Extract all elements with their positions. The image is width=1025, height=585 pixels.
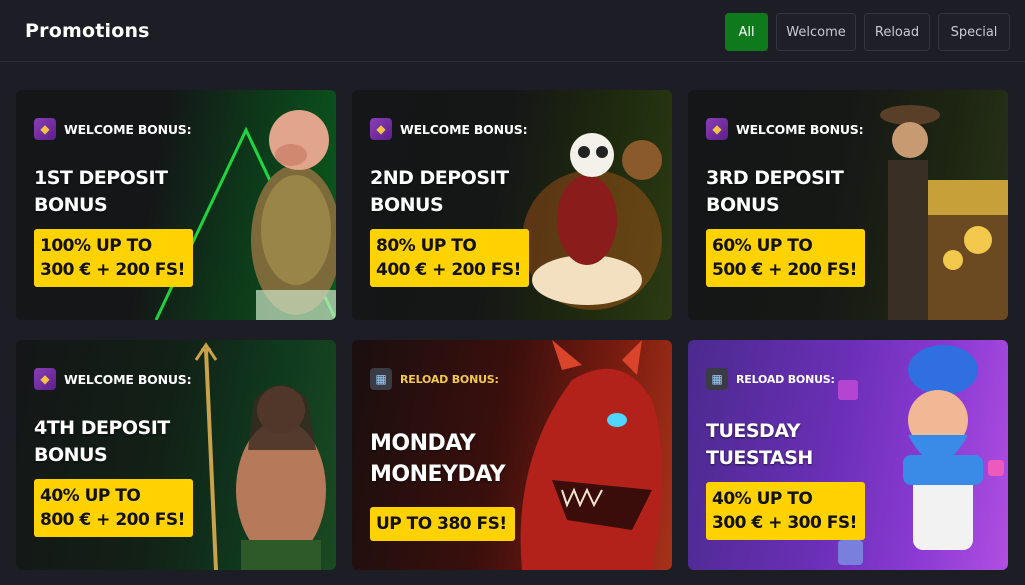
bonus-type-label: WELCOME BONUS:: [400, 121, 528, 137]
filter-reload-button[interactable]: Reload: [864, 13, 930, 51]
promo-title-line-1: 3RD DEPOSIT: [706, 167, 844, 189]
promotion-filters: All Welcome Reload Special: [725, 13, 1010, 51]
gift-icon: ▦: [706, 368, 728, 390]
promo-title-line-1: 4TH DEPOSIT: [34, 417, 170, 439]
bonus-type-label: WELCOME BONUS:: [64, 121, 192, 137]
promo-card-2nd-deposit[interactable]: ◆ WELCOME BONUS: 2ND DEPOSIT BONUS 80% U…: [352, 90, 672, 320]
offer-line-1: 100% UP TO: [40, 236, 152, 256]
promo-card-1st-deposit[interactable]: ◆ WELCOME BONUS: 1ST DEPOSIT BONUS 100% …: [16, 90, 336, 320]
bonus-tag: ▦ RELOAD BONUS:: [706, 368, 835, 390]
promo-title-line-2: TUESTASH: [706, 447, 813, 469]
bonus-type-label: RELOAD BONUS:: [736, 372, 835, 386]
offer-line-1: 40% UP TO: [712, 489, 813, 509]
gem-icon: ◆: [706, 118, 728, 140]
filter-welcome-button[interactable]: Welcome: [776, 13, 856, 51]
promo-title-line-2: BONUS: [34, 444, 108, 466]
offer-line-2: 300 € + 200 FS!: [40, 260, 185, 280]
offer-line-2: 800 € + 200 FS!: [40, 510, 185, 530]
promo-card-content: ◆ WELCOME BONUS: 4TH DEPOSIT BONUS 40% U…: [34, 340, 214, 570]
bonus-tag: ◆ WELCOME BONUS:: [706, 118, 864, 140]
bonus-tag: ◆ WELCOME BONUS:: [370, 118, 528, 140]
promo-title-line-1: MONDAY: [370, 431, 476, 456]
promo-title-line-2: MONEYDAY: [370, 462, 506, 487]
promo-card-content: ◆ WELCOME BONUS: 1ST DEPOSIT BONUS 100% …: [34, 90, 214, 320]
promo-title-line-2: BONUS: [370, 194, 444, 216]
promo-title: 1ST DEPOSIT BONUS: [34, 165, 168, 219]
promo-title-line-1: TUESDAY: [706, 420, 800, 442]
offer-line-2: 300 € + 300 FS!: [712, 513, 857, 533]
promo-card-monday-moneyday[interactable]: ▦ RELOAD BONUS: MONDAY MONEYDAY UP TO 38…: [352, 340, 672, 570]
promo-card-3rd-deposit[interactable]: ◆ WELCOME BONUS: 3RD DEPOSIT BONUS 60% U…: [688, 90, 1008, 320]
offer-badge: 60% UP TO 500 € + 200 FS!: [706, 229, 865, 287]
page-title: Promotions: [25, 20, 150, 42]
bonus-tag: ◆ WELCOME BONUS:: [34, 368, 192, 390]
gem-icon: ◆: [34, 368, 56, 390]
offer-line-1: 40% UP TO: [40, 486, 141, 506]
promo-title-line-2: BONUS: [706, 194, 780, 216]
offer-badge: 80% UP TO 400 € + 200 FS!: [370, 229, 529, 287]
promo-card-tuesday-tuestash[interactable]: ▦ RELOAD BONUS: TUESDAY TUESTASH 40% UP …: [688, 340, 1008, 570]
gift-icon: ▦: [370, 368, 392, 390]
offer-badge: 100% UP TO 300 € + 200 FS!: [34, 229, 193, 287]
filter-special-button[interactable]: Special: [938, 13, 1010, 51]
promo-title-line-1: 2ND DEPOSIT: [370, 167, 509, 189]
offer-line-1: UP TO 380 FS!: [376, 514, 507, 534]
offer-badge: 40% UP TO 800 € + 200 FS!: [34, 479, 193, 537]
promotions-grid: ◆ WELCOME BONUS: 1ST DEPOSIT BONUS 100% …: [16, 90, 1008, 570]
promo-title-line-2: BONUS: [34, 194, 108, 216]
promo-title: MONDAY MONEYDAY: [370, 428, 506, 490]
offer-line-2: 500 € + 200 FS!: [712, 260, 857, 280]
offer-badge: UP TO 380 FS!: [370, 507, 515, 541]
bonus-tag: ◆ WELCOME BONUS:: [34, 118, 192, 140]
promo-title: TUESDAY TUESTASH: [706, 418, 813, 472]
offer-line-1: 60% UP TO: [712, 236, 813, 256]
promotions-header: Promotions All Welcome Reload Special: [0, 0, 1025, 62]
promo-title: 4TH DEPOSIT BONUS: [34, 415, 170, 469]
bonus-tag: ▦ RELOAD BONUS:: [370, 368, 499, 390]
promo-card-content: ▦ RELOAD BONUS: TUESDAY TUESTASH 40% UP …: [706, 340, 886, 570]
filter-all-button[interactable]: All: [725, 13, 768, 51]
offer-badge: 40% UP TO 300 € + 300 FS!: [706, 482, 865, 540]
offer-line-1: 80% UP TO: [376, 236, 477, 256]
bonus-type-label: WELCOME BONUS:: [736, 121, 864, 137]
promo-card-content: ▦ RELOAD BONUS: MONDAY MONEYDAY UP TO 38…: [370, 340, 550, 570]
promo-title-line-1: 1ST DEPOSIT: [34, 167, 168, 189]
bonus-type-label: RELOAD BONUS:: [400, 372, 499, 386]
promo-card-content: ◆ WELCOME BONUS: 2ND DEPOSIT BONUS 80% U…: [370, 90, 550, 320]
gem-icon: ◆: [370, 118, 392, 140]
offer-line-2: 400 € + 200 FS!: [376, 260, 521, 280]
promo-card-content: ◆ WELCOME BONUS: 3RD DEPOSIT BONUS 60% U…: [706, 90, 886, 320]
promo-card-4th-deposit[interactable]: ◆ WELCOME BONUS: 4TH DEPOSIT BONUS 40% U…: [16, 340, 336, 570]
promo-title: 3RD DEPOSIT BONUS: [706, 165, 844, 219]
promo-title: 2ND DEPOSIT BONUS: [370, 165, 509, 219]
bonus-type-label: WELCOME BONUS:: [64, 371, 192, 387]
gem-icon: ◆: [34, 118, 56, 140]
